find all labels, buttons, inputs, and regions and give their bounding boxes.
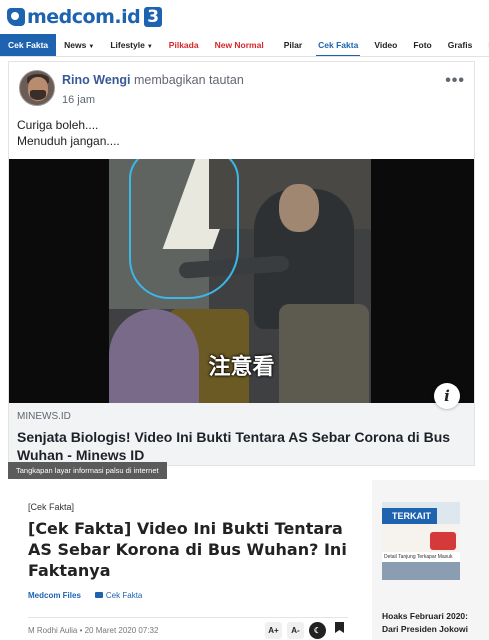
caret-down-icon: ▼ bbox=[146, 43, 153, 50]
nav-item-lifestyle[interactable]: Lifestyle ▼ bbox=[102, 34, 160, 56]
caret-down-icon: ▼ bbox=[88, 43, 95, 50]
site-header: medcom.id 3 bbox=[0, 0, 489, 34]
fb-action: membagikan tautan bbox=[134, 73, 244, 87]
logo-badge: 3 bbox=[144, 7, 163, 27]
nav-item-cek-fakta[interactable]: Cek Fakta bbox=[310, 34, 366, 56]
avatar bbox=[19, 70, 55, 106]
nav-item-label: News bbox=[64, 39, 87, 50]
nav-item-new-normal[interactable]: New Normal bbox=[207, 34, 272, 56]
article-meta: Medcom Files Cek Fakta bbox=[28, 591, 358, 600]
related-article-title[interactable]: Hoaks Februari 2020: Dari Presiden Jokow… bbox=[382, 610, 482, 636]
main-nav: Cek Fakta News ▼ Lifestyle ▼ Pilkada New N… bbox=[0, 34, 489, 57]
fb-author-name: Rino Wengi bbox=[62, 73, 131, 87]
fb-author: Rino Wengi membagikan tautan bbox=[62, 73, 244, 87]
thumb-caption: Detail Tanjung Terkapar Masuk Rumah bbox=[382, 552, 460, 570]
fb-post-text: Curiga boleh.... Menuduh jangan.... bbox=[17, 117, 120, 149]
article-byline-bar: M Rodhi Aulia • 20 Maret 2020 07:32 A+ A… bbox=[28, 617, 348, 640]
fb-timestamp: 16 jam bbox=[62, 94, 96, 106]
article-tools: A+ A- ☾ bbox=[260, 622, 348, 639]
nav-item-pilar[interactable]: Pilar bbox=[276, 34, 310, 56]
article-category-link[interactable]: Cek Fakta bbox=[94, 591, 143, 600]
article-byline: M Rodhi Aulia • 20 Maret 2020 07:32 bbox=[28, 626, 159, 635]
fb-video-still: 注意看 bbox=[9, 159, 474, 403]
related-thumbnail[interactable]: TERKAIT Detail Tanjung Terkapar Masuk Ru… bbox=[382, 502, 460, 580]
fb-link-domain: MINEWS.ID bbox=[17, 411, 71, 422]
nav-item-cek-fakta-home[interactable]: Cek Fakta bbox=[0, 34, 57, 56]
fb-text-line: Curiga boleh.... bbox=[17, 118, 99, 132]
bookmark-icon[interactable] bbox=[331, 622, 348, 639]
nav-item-pilkada[interactable]: Pilkada bbox=[161, 34, 207, 56]
nav-item-news[interactable]: News ▼ bbox=[56, 34, 102, 56]
article-source-link[interactable]: Medcom Files bbox=[28, 591, 81, 600]
article-header: [Cek Fakta] [Cek Fakta] Video Ini Bukti … bbox=[28, 502, 358, 600]
folder-icon bbox=[94, 592, 103, 598]
article-image-facebook-screenshot: Rino Wengi membagikan tautan 16 jam ••• … bbox=[8, 61, 475, 466]
related-label: TERKAIT bbox=[382, 508, 437, 524]
logo-mark-icon bbox=[7, 8, 25, 26]
sidebar-related: TERKAIT Detail Tanjung Terkapar Masuk Ru… bbox=[372, 480, 489, 640]
nav-item-live[interactable]: Live T bbox=[480, 34, 489, 56]
dark-mode-icon[interactable]: ☾ bbox=[309, 622, 326, 639]
nav-item-label: Lifestyle bbox=[110, 39, 145, 50]
fb-text-line: Menuduh jangan.... bbox=[17, 134, 120, 148]
nav-item-grafis[interactable]: Grafis bbox=[440, 34, 481, 56]
info-icon: i bbox=[434, 383, 460, 409]
article-category-label: Cek Fakta bbox=[105, 591, 143, 600]
page-title: [Cek Fakta] Video Ini Bukti Tentara AS S… bbox=[28, 519, 347, 580]
nav-item-video[interactable]: Video bbox=[366, 34, 405, 56]
site-logo[interactable]: medcom.id 3 bbox=[7, 5, 163, 29]
font-increase-button[interactable]: A+ bbox=[265, 622, 282, 639]
fb-post-header: Rino Wengi membagikan tautan 16 jam ••• bbox=[17, 70, 467, 114]
fb-link-preview: i MINEWS.ID Senjata Biologis! Video Ini … bbox=[9, 383, 474, 465]
fb-link-title: Senjata Biologis! Video Ini Bukti Tentar… bbox=[17, 429, 451, 463]
article-kicker: [Cek Fakta] bbox=[28, 502, 75, 512]
logo-text: medcom.id bbox=[27, 6, 141, 28]
video-overlay-text: 注意看 bbox=[208, 355, 275, 380]
font-decrease-button[interactable]: A- bbox=[287, 622, 304, 639]
highlight-outline bbox=[129, 159, 239, 299]
image-caption: Tangkapan layar informasi palsu di inter… bbox=[8, 462, 167, 479]
nav-item-foto[interactable]: Foto bbox=[405, 34, 439, 56]
ellipsis-icon: ••• bbox=[445, 72, 465, 89]
